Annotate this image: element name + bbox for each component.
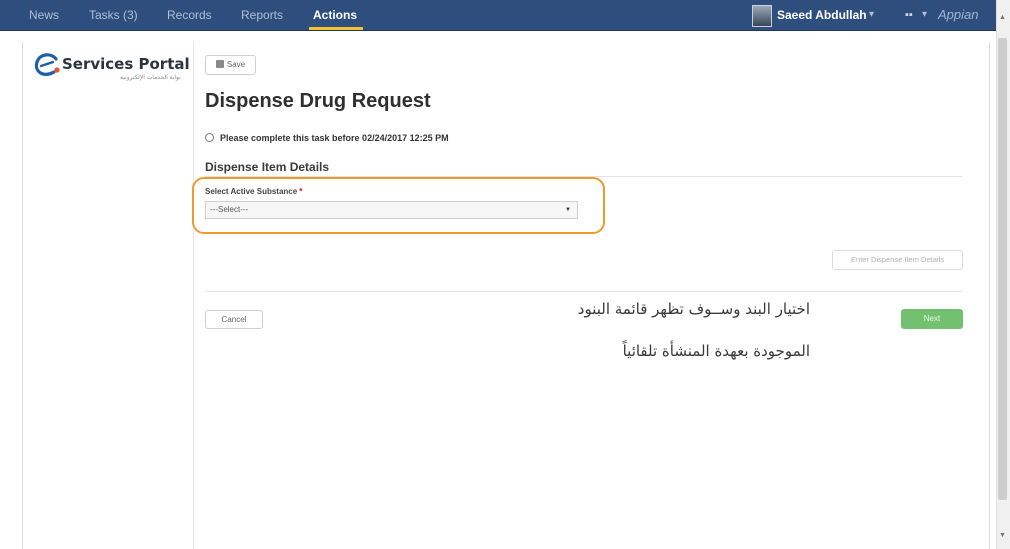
- scroll-up-arrow-icon[interactable]: ▲: [999, 14, 1006, 21]
- portal-name: Services Portal: [62, 55, 190, 73]
- content-frame: [22, 42, 990, 549]
- annotation-line-2: الموجودة بعهدة المنشأة تلقائياً: [622, 342, 810, 360]
- highlight-annotation-ring: [192, 177, 605, 234]
- apps-grid-icon[interactable]: ▪▪: [905, 0, 913, 30]
- active-tab-indicator: [309, 27, 363, 30]
- portal-subtitle: بوابة الخدمات الإلكترونية: [120, 75, 181, 81]
- nav-item-news[interactable]: News: [29, 0, 59, 30]
- appian-logo: Appian: [938, 7, 979, 22]
- scrollbar-thumb[interactable]: [998, 38, 1007, 500]
- section-heading: Dispense Item Details: [205, 160, 330, 174]
- chevron-down-icon[interactable]: ▾: [869, 0, 874, 30]
- floppy-disk-icon: [215, 60, 224, 68]
- e-logo-icon: [34, 53, 60, 76]
- user-menu-name[interactable]: Saeed Abdullah: [777, 0, 867, 30]
- top-nav-bar: News Tasks (3) Records Reports Actions S…: [0, 0, 1000, 31]
- avatar[interactable]: [752, 5, 772, 27]
- clock-icon: [205, 133, 214, 142]
- nav-item-actions[interactable]: Actions: [313, 0, 357, 30]
- task-deadline: Please complete this task before 02/24/2…: [205, 133, 449, 143]
- annotation-line-1: اختيار البند وســوف تظهر قائمة البنود: [577, 300, 810, 318]
- save-button-label: Save: [226, 60, 246, 69]
- next-button[interactable]: Next: [901, 309, 963, 329]
- page-title: Dispense Drug Request: [205, 90, 431, 112]
- deadline-text: Please complete this task before 02/24/2…: [220, 133, 449, 143]
- sidebar-divider: [193, 42, 194, 549]
- cancel-button[interactable]: Cancel: [205, 310, 263, 329]
- enter-dispense-item-details-button[interactable]: Enter Dispense Item Details: [832, 250, 963, 270]
- form-footer-divider: [205, 291, 962, 292]
- chevron-down-icon[interactable]: ▾: [922, 0, 927, 30]
- nav-item-tasks[interactable]: Tasks (3): [89, 0, 138, 30]
- scroll-down-arrow-icon[interactable]: ▼: [999, 532, 1006, 539]
- save-button[interactable]: Save: [205, 55, 256, 75]
- nav-item-records[interactable]: Records: [167, 0, 212, 30]
- nav-item-reports[interactable]: Reports: [241, 0, 283, 30]
